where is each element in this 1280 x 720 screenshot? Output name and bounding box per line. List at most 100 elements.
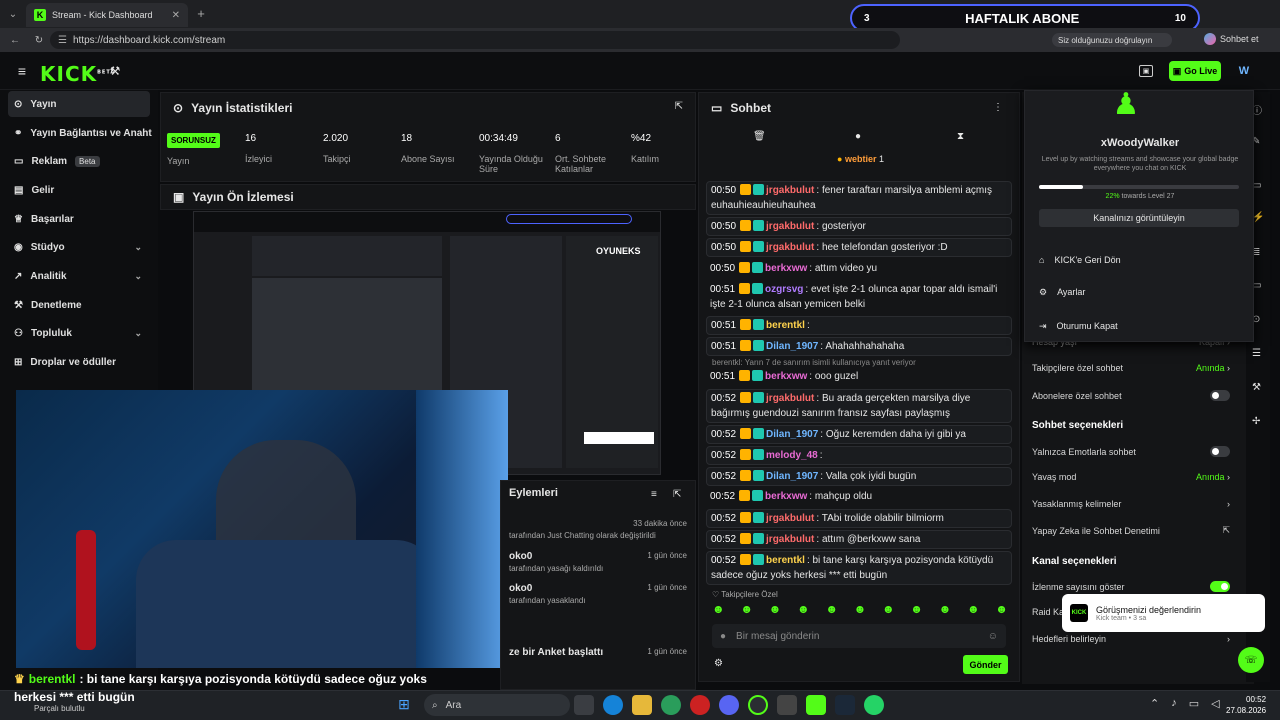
message-user[interactable]: jrgakbulut: [766, 534, 814, 545]
app-icon[interactable]: [748, 695, 768, 715]
site-info-icon[interactable]: ☰: [58, 35, 67, 46]
sidebar-item-studio[interactable]: ◉ Stüdyo ⌄: [8, 234, 150, 260]
trash-icon[interactable]: 🗑: [753, 131, 766, 142]
message-user[interactable]: jrgakbulut: [766, 513, 814, 524]
pin-icon[interactable]: ⚒: [108, 64, 122, 78]
setting-emote-only[interactable]: Yalnızca Emotlarla sohbet: [1032, 446, 1230, 457]
sidebar-item-revenue[interactable]: ▤ Gelir: [8, 177, 150, 203]
obs-icon[interactable]: [777, 695, 797, 715]
layers-icon[interactable]: ☰: [1252, 348, 1261, 359]
view-channel-button[interactable]: Kanalınızı görüntüleyin: [1039, 209, 1239, 227]
taskbar-search[interactable]: ⌕ Ara: [424, 694, 570, 716]
setting-slow-mode[interactable]: Yavaş mod Anında ›: [1032, 472, 1230, 482]
popout-icon[interactable]: ⇱: [673, 489, 681, 500]
message-user[interactable]: melody_48: [766, 450, 818, 461]
steam-icon[interactable]: [835, 695, 855, 715]
chat-message[interactable]: 00:50 berkxww: attım video yu: [706, 260, 1012, 277]
back-to-kick-item[interactable]: ⌂ KICK'e Geri Dön: [1039, 255, 1121, 265]
setting-subs-chat[interactable]: Abonelere özel sohbet: [1032, 390, 1230, 401]
tab-close-icon[interactable]: ✕: [172, 10, 180, 21]
chat-message[interactable]: 00:52 melody_48:: [706, 446, 1012, 465]
app-icon[interactable]: [661, 695, 681, 715]
chat-message[interactable]: 00:52 jrgakbulut: Bu arada gerçekten mars…: [706, 389, 1012, 423]
copilot-button[interactable]: Sohbet et: [1204, 33, 1259, 45]
sidebar-item-ads[interactable]: ▭ Reklam Beta: [8, 148, 150, 174]
sidebar-item-analytics[interactable]: ↗ Analitik ⌄: [8, 263, 150, 289]
toggle[interactable]: [1210, 581, 1230, 592]
setting-followers-chat[interactable]: Takipçilere özel sohbet Anında ›: [1032, 363, 1230, 373]
message-user[interactable]: berkxww: [765, 491, 807, 502]
hourglass-icon[interactable]: ⧗: [957, 131, 964, 142]
chat-message[interactable]: 00:52 jrgakbulut: TAbi trolide olabilir b…: [706, 509, 1012, 528]
message-user[interactable]: Dilan_1907: [766, 341, 818, 352]
whatsapp-icon[interactable]: [864, 695, 884, 715]
kick-taskbar-icon[interactable]: [806, 695, 826, 715]
chat-message[interactable]: 00:52 Dilan_1907: Valla çok iyidi bugün: [706, 467, 1012, 486]
chat-settings-icon[interactable]: ⚙: [714, 658, 723, 669]
chat-message[interactable]: 00:52 jrgakbulut: attım @berkxww sana: [706, 530, 1012, 549]
message-user[interactable]: berkxww: [765, 371, 807, 382]
send-button[interactable]: Gönder: [963, 655, 1008, 674]
logout-item[interactable]: ⇥ Oturumu Kapat: [1039, 321, 1118, 332]
chat-message[interactable]: 00:51 ozgrsvg: evet işte 2-1 olunca apar …: [706, 281, 1012, 313]
back-icon[interactable]: ←: [8, 35, 22, 46]
sidebar-item-yayin[interactable]: ⊙ Yayın: [8, 91, 150, 117]
wrench-icon[interactable]: ⚒: [1252, 382, 1261, 393]
message-user[interactable]: jrgakbulut: [766, 221, 814, 232]
setting-banned-words[interactable]: Yasaklanmış kelimeler ›: [1032, 499, 1230, 509]
popout-icon[interactable]: ⇱: [675, 101, 683, 112]
chat-message[interactable]: 00:52 berkxww: mahçup oldu: [706, 488, 1012, 505]
address-bar[interactable]: ☰ https://dashboard.kick.com/stream: [50, 31, 900, 49]
task-view-icon[interactable]: [574, 695, 594, 715]
message-user[interactable]: jrgakbulut: [766, 242, 814, 253]
new-tab-icon[interactable]: +: [194, 6, 208, 21]
chat-bubble-icon[interactable]: ●: [855, 131, 861, 142]
chat-message[interactable]: 00:51 Dilan_1907: Ahahahhahahaha: [706, 337, 1012, 356]
sidebar-item-drops[interactable]: ⊞ Droplar ve ödüller: [8, 349, 150, 375]
browser-tab[interactable]: K Stream - Kick Dashboard ✕: [26, 3, 188, 27]
message-user[interactable]: jrgakbulut: [766, 185, 814, 196]
feedback-toast[interactable]: KICK Görüşmenizi değerlendirin Kick team…: [1062, 594, 1265, 632]
edge-icon[interactable]: [603, 695, 623, 715]
app-icon[interactable]: [690, 695, 710, 715]
emoji-icon[interactable]: ☺: [988, 631, 998, 642]
sidebar-item-achievements[interactable]: ♕ Başarılar: [8, 206, 150, 232]
emote-bar[interactable]: ☻ ☻ ☻ ☻ ☻ ☻ ☻ ☻ ☻ ☻ ☻: [712, 602, 1008, 620]
settings-item[interactable]: ⚙ Ayarlar: [1039, 287, 1085, 298]
support-chat-icon[interactable]: ☏: [1238, 647, 1264, 673]
windows-start-icon[interactable]: ⊞: [395, 695, 413, 713]
chat-message[interactable]: 00:52 Dilan_1907: Oğuz keremden daha iyi …: [706, 425, 1012, 444]
chat-message[interactable]: 00:50 jrgakbulut: fener taraftarı marsily…: [706, 181, 1012, 215]
sidebar-item-stream-key[interactable]: ⚭ Yayın Bağlantısı ve Anahtarı: [8, 120, 158, 146]
explorer-icon[interactable]: [632, 695, 652, 715]
chat-message[interactable]: 00:50 jrgakbulut: gosteriyor: [706, 217, 1012, 236]
kick-logo[interactable]: KICKBETA: [40, 62, 115, 86]
toggle[interactable]: [1210, 390, 1230, 401]
setting-goals[interactable]: Hedefleri belirleyin ›: [1032, 634, 1230, 644]
setting-ai-moderation[interactable]: Yapay Zeka ile Sohbet Denetimi ⇱: [1032, 525, 1230, 536]
message-user[interactable]: berkxww: [765, 263, 807, 274]
chat-input[interactable]: ● Bir mesaj gönderin ☺: [712, 624, 1006, 648]
more-icon[interactable]: ⋮: [993, 102, 1003, 113]
toggle[interactable]: [1210, 446, 1230, 457]
message-user[interactable]: jrgakbulut: [766, 393, 814, 404]
studio-icon[interactable]: ▣: [1139, 65, 1153, 77]
message-user[interactable]: Dilan_1907: [766, 471, 818, 482]
filter-icon[interactable]: ≡: [651, 489, 657, 500]
discord-icon[interactable]: [719, 695, 739, 715]
user-avatar-icon[interactable]: W: [1236, 64, 1252, 78]
message-user[interactable]: Dilan_1907: [766, 429, 818, 440]
chat-message[interactable]: 00:50 jrgakbulut: hee telefondan gosteriy…: [706, 238, 1012, 257]
verify-prompt[interactable]: Siz olduğunuzu doğrulayın: [1052, 33, 1172, 47]
sidebar-item-moderation[interactable]: ⚒ Denetleme: [8, 292, 150, 318]
puzzle-icon[interactable]: ✢: [1252, 416, 1260, 427]
system-tray[interactable]: ⌃ ♪ ▭ ◁: [1150, 697, 1220, 710]
chat-message[interactable]: 00:52 berentkl: bi tane karşı karşıya poz…: [706, 551, 1012, 585]
menu-icon[interactable]: ≡: [14, 63, 30, 79]
go-live-button[interactable]: ▣ Go Live: [1169, 61, 1221, 81]
message-user[interactable]: berentkl: [766, 320, 805, 331]
clock[interactable]: 00:52 27.08.2026: [1226, 694, 1266, 716]
chat-message[interactable]: 00:51 berentkl:: [706, 316, 1012, 335]
message-user[interactable]: ozgrsvg: [765, 284, 803, 295]
message-user[interactable]: berentkl: [766, 555, 805, 566]
